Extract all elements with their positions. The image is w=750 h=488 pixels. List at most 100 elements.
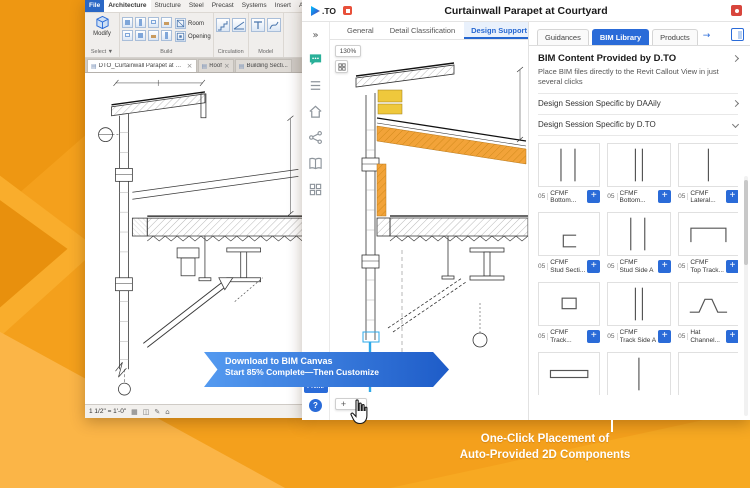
- bim-component-card[interactable]: 05CFMFLateral...+: [678, 143, 738, 205]
- view-tab-label: Building Secti...: [246, 63, 287, 69]
- add-component-button[interactable]: +: [726, 190, 738, 203]
- room-tool[interactable]: Room: [175, 18, 211, 29]
- add-component-button[interactable]: +: [726, 260, 738, 273]
- component-tool-icon[interactable]: [161, 17, 172, 28]
- close-view-icon[interactable]: ×: [187, 62, 193, 70]
- banner-line1: Download to BIM Canvas: [225, 356, 449, 366]
- window-tool-icon[interactable]: [148, 17, 159, 28]
- tab-architecture[interactable]: Architecture: [104, 0, 150, 12]
- apps-grid-icon[interactable]: [308, 182, 323, 197]
- column-tool-icon[interactable]: [122, 30, 133, 41]
- stair-tool-icon[interactable]: [216, 18, 230, 32]
- opening-icon: [175, 31, 186, 42]
- close-view-icon[interactable]: ×: [224, 62, 230, 70]
- bim-component-card[interactable]: 05CFMFTrack...+: [538, 282, 600, 344]
- view-tab-building-section[interactable]: ▤ Building Secti...: [235, 59, 292, 72]
- home-icon[interactable]: [308, 104, 323, 119]
- add-component-button[interactable]: +: [658, 330, 671, 343]
- tab-detail-classification[interactable]: Detail Classification: [383, 22, 462, 39]
- model-text-tool-icon[interactable]: [251, 18, 265, 32]
- view-tab-roof[interactable]: ▤ Roof ×: [198, 59, 234, 72]
- chevron-right-icon[interactable]: [732, 55, 739, 62]
- tab-structure[interactable]: Structure: [151, 0, 185, 12]
- tab-systems[interactable]: Systems: [238, 0, 271, 12]
- view-scale[interactable]: 1 1/2" = 1'-0": [89, 408, 126, 415]
- component-number: 05: [678, 263, 688, 270]
- section-daaily[interactable]: Design Session Specific by DAAily: [538, 94, 738, 115]
- zoom-level-indicator[interactable]: 130%: [335, 45, 361, 57]
- flag-icon[interactable]: [343, 6, 352, 15]
- add-component-button[interactable]: +: [587, 260, 600, 273]
- section-dto[interactable]: Design Session Specific by D.TO: [538, 115, 738, 136]
- chat-icon[interactable]: [308, 52, 323, 67]
- component-number: 05: [538, 263, 548, 270]
- add-component-button[interactable]: +: [726, 330, 738, 343]
- bim-component-card[interactable]: 05CFMFStud Secti...+: [538, 212, 600, 274]
- bim-component-card[interactable]: 05CFMFBottom...+: [538, 143, 600, 205]
- visual-style-icon[interactable]: ◫: [143, 408, 150, 416]
- select-group-label[interactable]: Select ▼: [87, 48, 117, 57]
- ribbon: Modify Select ▼: [85, 13, 303, 58]
- ramp-tool-icon[interactable]: [232, 18, 246, 32]
- tab-design-support[interactable]: Design Support: [464, 22, 534, 39]
- collapse-rail-icon[interactable]: »: [312, 30, 318, 41]
- tab-bim-library[interactable]: BIM Library: [592, 29, 649, 45]
- wall-tool-icon[interactable]: [122, 17, 133, 28]
- help-button[interactable]: ?: [309, 399, 322, 412]
- banner-line2: Start 85% Complete—Then Customize: [225, 367, 449, 377]
- dto-canvas-tabs: General Detail Classification Design Sup…: [330, 22, 528, 40]
- dto-header: .TO Curtainwall Parapet at Courtyard: [302, 0, 750, 22]
- opening-tool[interactable]: Opening: [175, 31, 211, 42]
- add-component-button[interactable]: +: [587, 190, 600, 203]
- crop-view-icon[interactable]: ⌂: [165, 408, 169, 416]
- bim-component-card[interactable]: 05CFMFStud Side A+: [607, 212, 671, 274]
- bim-component-card[interactable]: 05CFMFTrack Side A+: [607, 282, 671, 344]
- bim-component-card[interactable]: [538, 352, 600, 394]
- download-banner[interactable]: Download to BIM Canvas Start 85% Complet…: [204, 352, 449, 387]
- bim-component-card[interactable]: 05CFMFBottom...+: [607, 143, 671, 205]
- bim-component-card[interactable]: [607, 352, 671, 394]
- view-tab-bar: ▤ DTO_Curtainwall Parapet at Cou... × ▤ …: [85, 58, 303, 72]
- ceiling-tool-icon[interactable]: [148, 30, 159, 41]
- door-tool-icon[interactable]: [135, 17, 146, 28]
- floor-tool-icon[interactable]: [161, 30, 172, 41]
- model-line-tool-icon[interactable]: [267, 18, 281, 32]
- detail-level-icon[interactable]: ▦: [131, 408, 138, 416]
- record-icon[interactable]: [731, 5, 742, 16]
- share-icon[interactable]: [308, 130, 323, 145]
- tab-precast[interactable]: Precast: [208, 0, 238, 12]
- view-tab-curtainwall[interactable]: ▤ DTO_Curtainwall Parapet at Cou... ×: [87, 59, 197, 72]
- tab-general[interactable]: General: [340, 22, 381, 39]
- component-name: CFMFBottom...: [620, 190, 657, 205]
- add-component-button[interactable]: +: [587, 330, 600, 343]
- tab-file[interactable]: File: [85, 0, 104, 12]
- zoom-in-button[interactable]: +: [341, 399, 346, 409]
- view-control-bar: 1 1/2" = 1'-0" ▦ ◫ ✎ ⌂: [85, 404, 303, 418]
- tab-insert[interactable]: Insert: [271, 0, 295, 12]
- scrollbar-thumb[interactable]: [744, 180, 748, 265]
- model-group: Model: [249, 13, 284, 57]
- panel-scrollbar[interactable]: [744, 176, 748, 416]
- book-icon[interactable]: [308, 156, 323, 171]
- tab-steel[interactable]: Steel: [185, 0, 208, 12]
- tabs-next-arrow[interactable]: →: [701, 31, 713, 45]
- component-thumbnail: [678, 143, 738, 187]
- component-number: 05: [607, 333, 617, 340]
- canvas-grid-toggle[interactable]: [335, 60, 348, 73]
- roof-tool-icon[interactable]: [135, 30, 146, 41]
- tab-products[interactable]: Products: [652, 29, 698, 45]
- add-component-button[interactable]: +: [658, 260, 671, 273]
- modify-button[interactable]: Modify: [87, 15, 117, 48]
- list-icon[interactable]: [308, 78, 323, 93]
- add-component-button[interactable]: +: [658, 190, 671, 203]
- component-thumbnail: [607, 352, 671, 394]
- build-tools: [122, 15, 172, 48]
- bim-component-card[interactable]: 05CFMFTop Track...+: [678, 212, 738, 274]
- bim-component-card[interactable]: 05HatChannel...+: [678, 282, 738, 344]
- grid-icon: [338, 63, 346, 71]
- chevron-down-icon: [732, 121, 739, 128]
- annotation-icon[interactable]: ✎: [154, 408, 160, 416]
- bim-component-card[interactable]: [678, 352, 738, 394]
- panel-layout-icon[interactable]: [731, 28, 744, 41]
- tab-guidances[interactable]: Guidances: [537, 29, 589, 45]
